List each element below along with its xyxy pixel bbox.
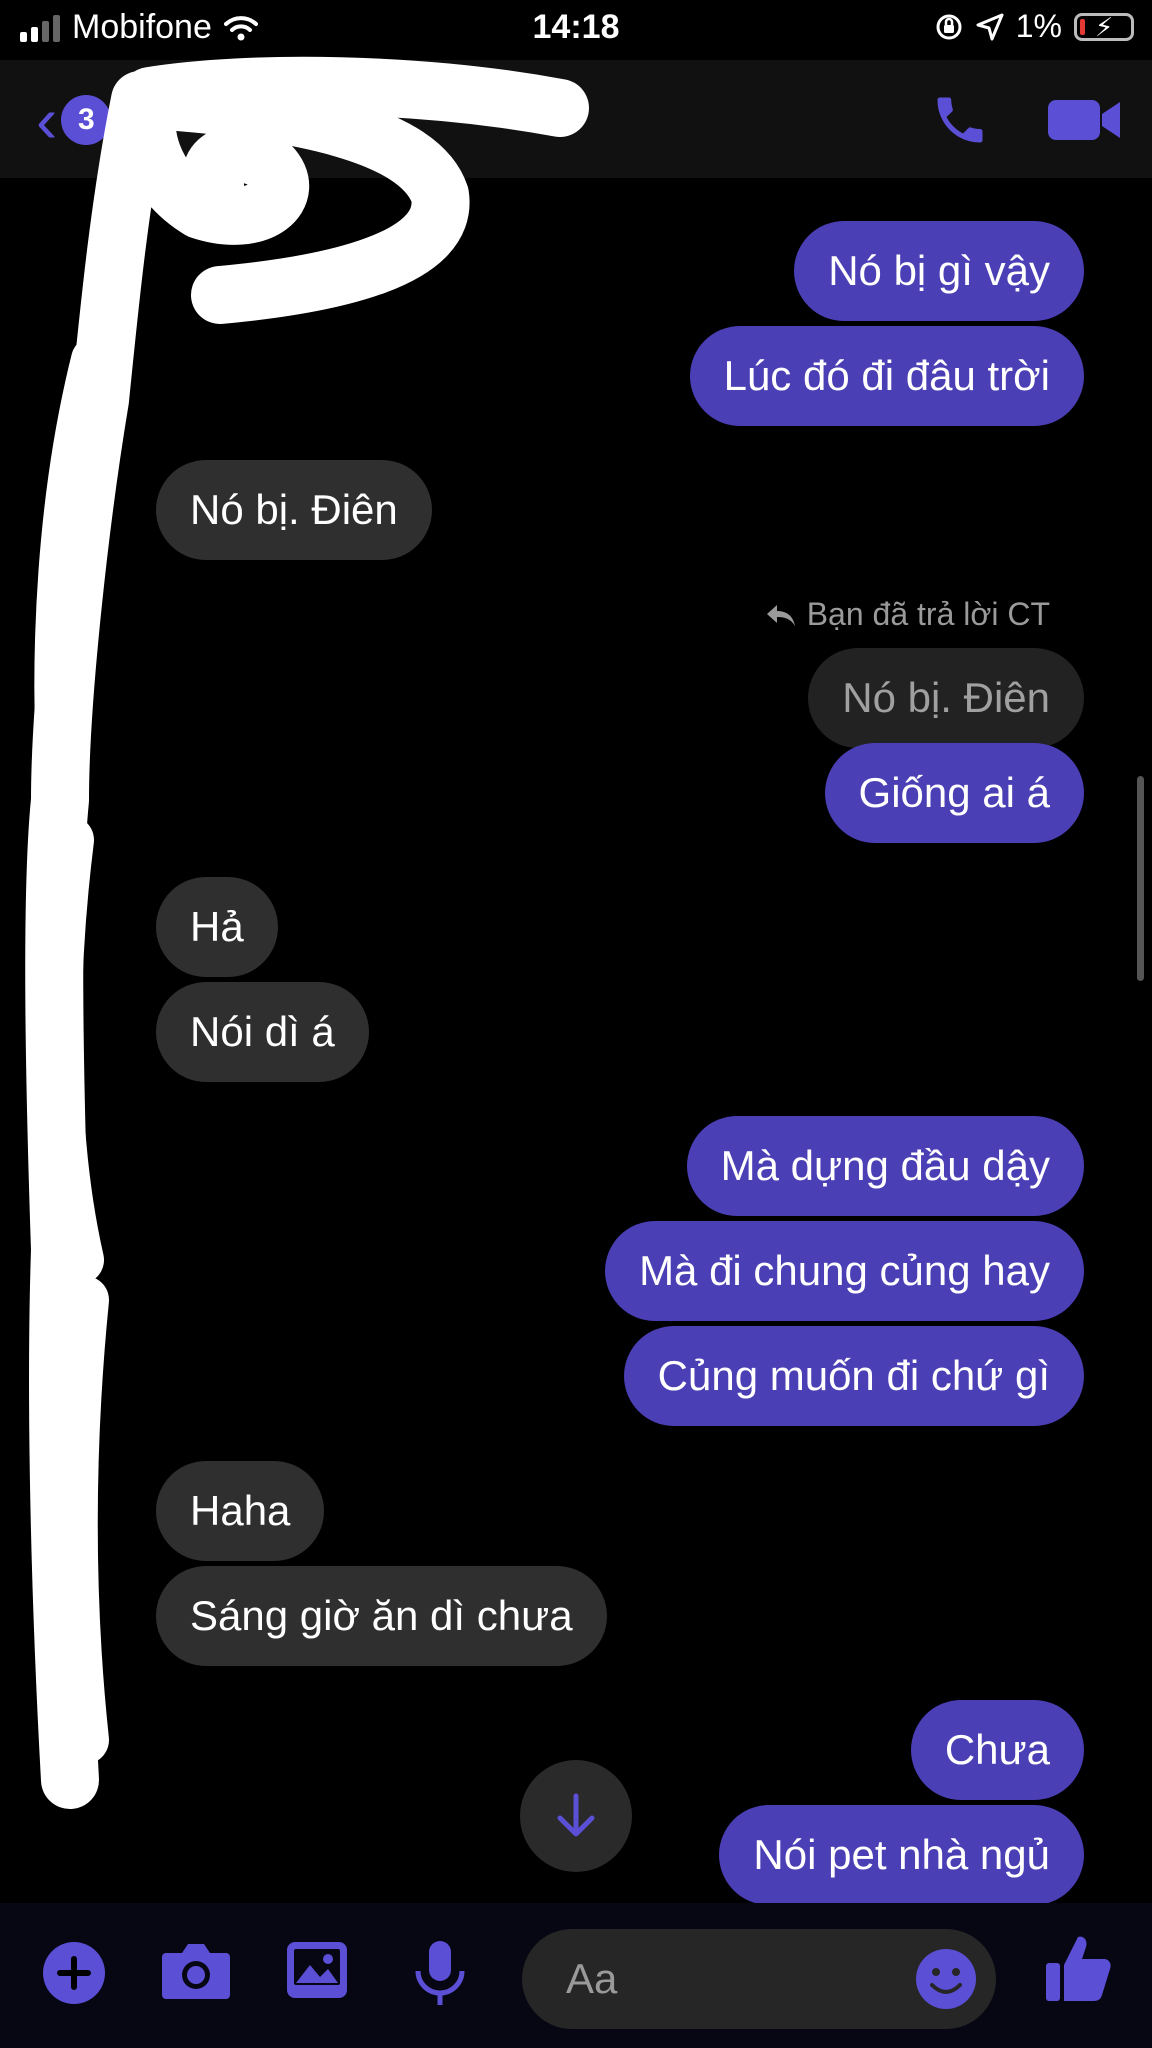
header-actions	[930, 90, 1122, 150]
composer-bar: Aa	[0, 1903, 1152, 2048]
back-button[interactable]: ‹ 3	[36, 84, 112, 156]
scroll-to-bottom-button[interactable]	[520, 1760, 632, 1872]
unread-badge: 3	[61, 95, 112, 145]
message-input[interactable]: Aa	[522, 1929, 996, 2029]
message-sent[interactable]: Giống ai á	[824, 743, 1084, 843]
message-sent[interactable]: Lúc đó đi đâu trời	[689, 326, 1084, 426]
message-sent[interactable]: Nói pet nhà ngủ	[719, 1805, 1084, 1905]
plus-icon[interactable]	[40, 1939, 108, 2007]
message-received[interactable]: Nó bị. Điên	[156, 460, 432, 560]
status-right: 1% ⚡	[934, 8, 1134, 45]
message-sent[interactable]: Mà dựng đầu dậy	[686, 1116, 1084, 1216]
message-input-placeholder: Aa	[566, 1955, 618, 2002]
message-sent[interactable]: Nó bị gì vậy	[794, 221, 1084, 321]
message-sent[interactable]: Củng muốn đi chứ gì	[623, 1326, 1084, 1426]
reply-note-text: Bạn đã trả lời CT	[806, 596, 1050, 632]
reply-note: Bạn đã trả lời CT	[765, 596, 1050, 633]
battery-percent: 1%	[1015, 8, 1062, 44]
status-bar: Mobifone 14:18 1% ⚡	[0, 0, 1152, 60]
microphone-icon[interactable]	[412, 1939, 468, 2007]
phone-icon[interactable]	[930, 90, 990, 150]
quoted-message[interactable]: Nó bị. Điên	[808, 648, 1084, 748]
camera-icon[interactable]	[160, 1939, 232, 2003]
location-icon	[976, 13, 1004, 40]
message-received[interactable]: Nói dì á	[156, 982, 369, 1082]
reply-arrow-icon	[766, 604, 795, 626]
thumbs-up-icon[interactable]	[1044, 1933, 1112, 2005]
battery-icon: ⚡	[1074, 12, 1134, 42]
message-received[interactable]: Hả	[156, 877, 278, 977]
video-camera-icon[interactable]	[1046, 92, 1122, 148]
message-sent[interactable]: Mà đi chung củng hay	[605, 1221, 1084, 1321]
back-chevron-icon: ‹	[36, 84, 58, 156]
image-icon[interactable]	[284, 1939, 350, 2001]
message-sent[interactable]: Chưa	[910, 1700, 1084, 1800]
message-list[interactable]: Nó bị gì vậy Lúc đó đi đâu trời Nó bị. Đ…	[0, 178, 1152, 1905]
emoji-icon[interactable]	[914, 1947, 978, 2011]
message-received[interactable]: Haha	[156, 1461, 325, 1561]
orientation-lock-icon	[936, 14, 962, 39]
arrow-down-icon	[557, 1793, 595, 1837]
message-received[interactable]: Sáng giờ ăn dì chưa	[156, 1566, 607, 1666]
conversation-header: ‹ 3	[0, 60, 1152, 178]
scrollbar[interactable]	[1137, 776, 1144, 981]
